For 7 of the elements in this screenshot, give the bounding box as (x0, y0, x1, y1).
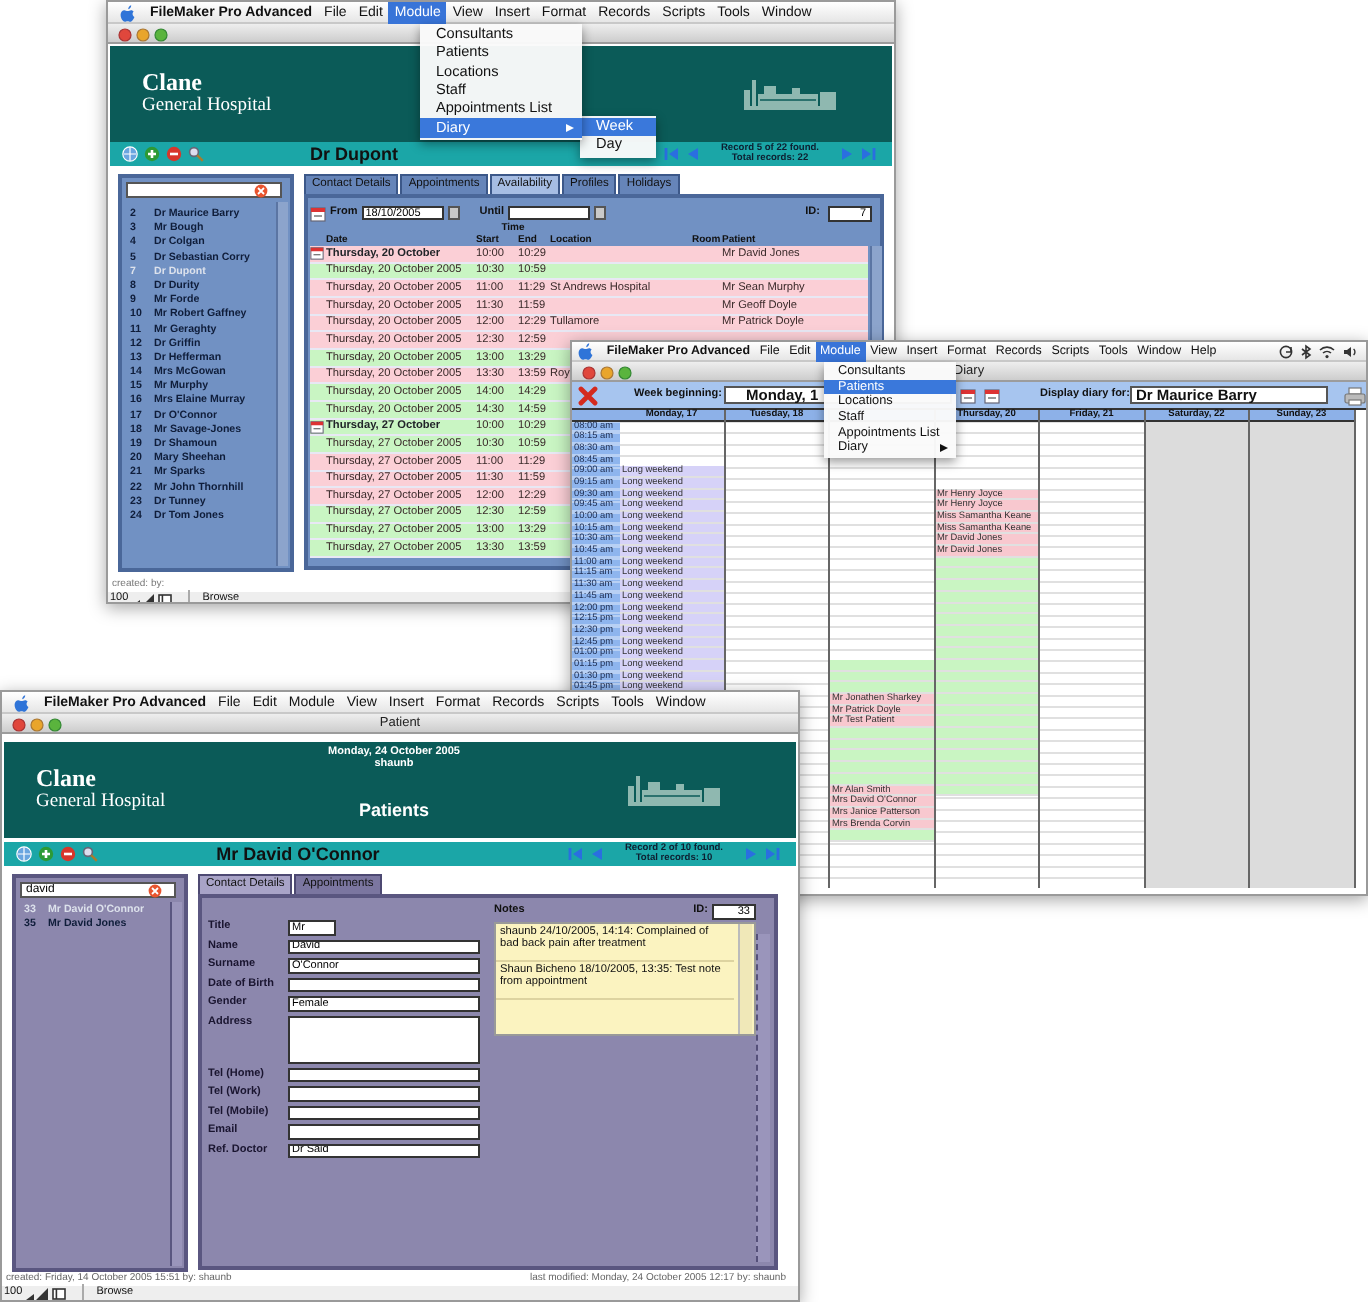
page-heading: Patients (358, 798, 429, 824)
hospital-name: Clane (142, 70, 204, 95)
hospital-subtitle: General Hospital (142, 98, 274, 118)
record-title: Dr Dupont (308, 142, 400, 166)
hospital-subtitle: General Hospital (36, 794, 168, 814)
record-title: Mr David O'Connor (214, 842, 382, 866)
hospital-name: Clane (36, 766, 98, 791)
